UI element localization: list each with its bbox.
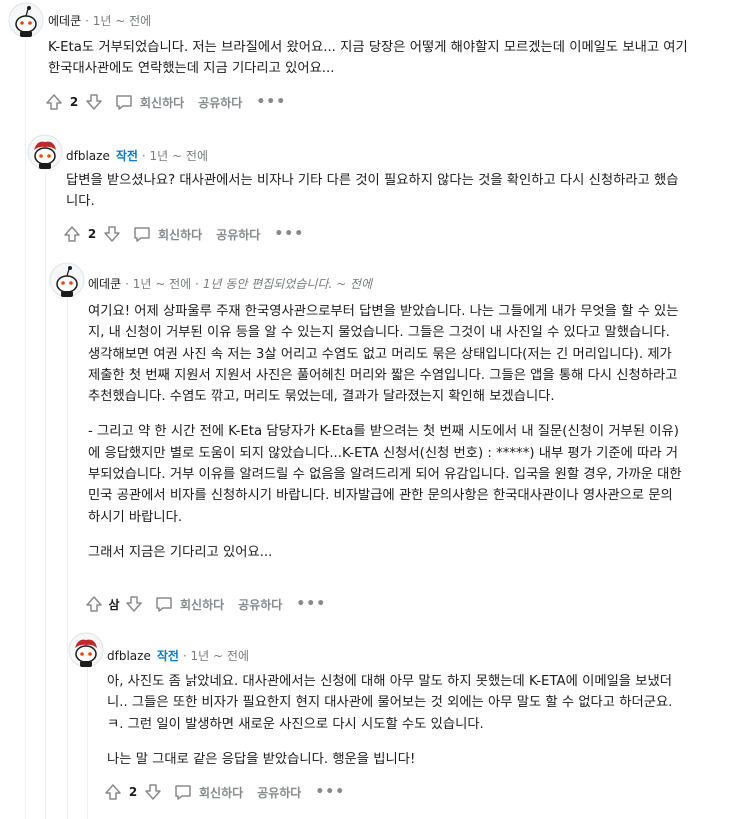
vote-score: 삼 xyxy=(108,597,120,612)
comment-header: 에데쿤 · 1년 ~ 전에 · 1년 동안 편집되었습니다. ~ 전에 xyxy=(88,275,372,292)
comment-icon xyxy=(175,785,191,800)
avatar[interactable] xyxy=(68,632,104,668)
username[interactable]: 에데쿤 xyxy=(48,12,81,29)
username[interactable]: 에데쿤 xyxy=(88,275,121,292)
username[interactable]: dfblaze xyxy=(107,649,151,663)
timestamp[interactable]: · 1년 ~ 전에 · xyxy=(125,275,199,292)
avatar[interactable] xyxy=(27,134,63,170)
share-button[interactable]: 공유하다 xyxy=(238,596,282,613)
thread-line[interactable] xyxy=(25,40,26,819)
vote-score: 2 xyxy=(87,227,97,241)
comment-paragraph: 여기요! 어제 상파울루 주재 한국영사관으로부터 답변을 받았습니다. 나는 … xyxy=(88,304,679,405)
comment-header: dfblaze 작전 · 1년 ~ 전에 xyxy=(66,147,208,164)
comment-paragraph: K-Eta도 거부되었습니다. 저는 브라질에서 왔어요... 지금 당장은 어… xyxy=(48,40,688,77)
more-options-button[interactable]: ••• xyxy=(296,596,326,612)
op-badge: 작전 xyxy=(156,649,179,663)
thread-line[interactable] xyxy=(45,172,46,819)
reply-button[interactable]: 회신하다 xyxy=(114,92,184,112)
downvote-icon[interactable] xyxy=(102,224,122,244)
thread-line[interactable] xyxy=(67,298,68,819)
comment-actions: 2 회신하다 공유하다 ••• xyxy=(103,782,345,802)
comment-body: 아, 사진도 좀 낡았네요. 대사관에서는 신청에 대해 아무 말도 하지 못했… xyxy=(107,671,687,784)
share-button[interactable]: 공유하다 xyxy=(216,226,260,243)
share-button[interactable]: 공유하다 xyxy=(257,784,301,801)
comment-paragraph: 그래서 지금은 기다리고 있어요... xyxy=(88,544,273,560)
upvote-icon[interactable] xyxy=(84,594,104,614)
upvote-icon[interactable] xyxy=(62,224,82,244)
more-options-button[interactable]: ••• xyxy=(315,784,345,800)
comment-paragraph: - 그리고 약 한 시간 전에 K-Eta 담당자가 K-Eta를 받으려는 첫… xyxy=(88,424,682,525)
reply-label: 회신하다 xyxy=(180,597,225,612)
vote-score: 2 xyxy=(69,95,79,109)
username[interactable]: dfblaze xyxy=(66,149,110,163)
reply-label: 회신하다 xyxy=(199,785,244,800)
reply-button[interactable]: 회신하다 xyxy=(132,224,202,244)
comment-icon xyxy=(134,227,150,242)
reply-button[interactable]: 회신하다 xyxy=(173,782,243,802)
comment-paragraph: 아, 사진도 좀 낡았네요. 대사관에서는 신청에 대해 아무 말도 하지 못했… xyxy=(107,674,673,732)
comment-actions: 2 회신하다 공유하다 ••• xyxy=(62,224,304,244)
comment-icon xyxy=(116,95,132,110)
comment-header: 에데쿤 · 1년 ~ 전에 xyxy=(48,12,151,29)
timestamp[interactable]: · 1년 ~ 전에 xyxy=(142,147,208,164)
comment-body: K-Eta도 거부되었습니다. 저는 브라질에서 왔어요... 지금 당장은 어… xyxy=(48,37,688,94)
timestamp[interactable]: · 1년 ~ 전에 xyxy=(183,647,249,664)
downvote-icon[interactable] xyxy=(84,92,104,112)
upvote-icon[interactable] xyxy=(44,92,64,112)
comment-paragraph: 답변을 받으셨나요? 대사관에서는 비자나 기타 다른 것이 필요하지 않다는 … xyxy=(66,173,679,210)
comment-actions: 삼 회신하다 공유하다 ••• xyxy=(84,594,326,614)
vote-score: 2 xyxy=(128,785,138,799)
reply-label: 회신하다 xyxy=(140,95,185,110)
avatar[interactable] xyxy=(8,2,44,38)
more-options-button[interactable]: ••• xyxy=(256,94,286,110)
reply-label: 회신하다 xyxy=(158,227,203,242)
avatar[interactable] xyxy=(49,262,85,298)
comment-icon xyxy=(156,597,172,612)
comment-body: 답변을 받으셨나요? 대사관에서는 비자나 기타 다른 것이 필요하지 않다는 … xyxy=(66,170,688,227)
downvote-icon[interactable] xyxy=(143,782,163,802)
downvote-icon[interactable] xyxy=(124,594,144,614)
comment-actions: 2 회신하다 공유하다 ••• xyxy=(44,92,286,112)
comment-paragraph: 나는 말 그대로 같은 응답을 받았습니다. 행운을 빕니다! xyxy=(107,751,416,767)
comment-body: 여기요! 어제 상파울루 주재 한국영사관으로부터 답변을 받았습니다. 나는 … xyxy=(88,301,682,577)
share-button[interactable]: 공유하다 xyxy=(198,94,242,111)
thread-line[interactable] xyxy=(87,668,88,819)
upvote-icon[interactable] xyxy=(103,782,123,802)
reply-button[interactable]: 회신하다 xyxy=(154,594,224,614)
edited-note: 1년 동안 편집되었습니다. ~ 전에 xyxy=(202,277,373,291)
timestamp[interactable]: · 1년 ~ 전에 xyxy=(85,12,151,29)
comment-header: dfblaze 작전 · 1년 ~ 전에 xyxy=(107,647,249,664)
op-badge: 작전 xyxy=(115,149,138,163)
more-options-button[interactable]: ••• xyxy=(274,226,304,242)
